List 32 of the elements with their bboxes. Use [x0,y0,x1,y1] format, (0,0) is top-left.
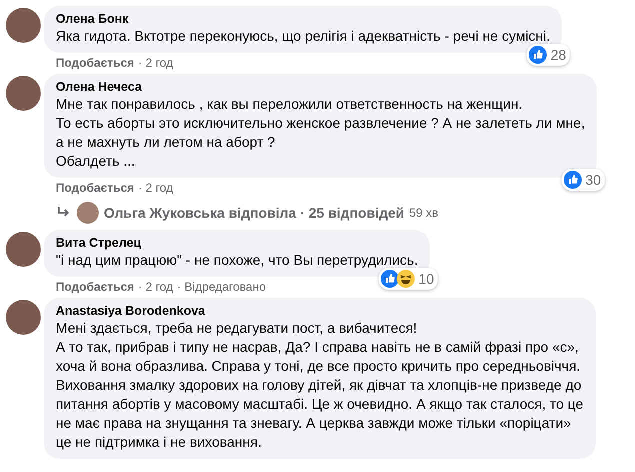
reaction-badge[interactable]: 28 [526,44,570,66]
reaction-count: 30 [586,171,602,189]
author-name[interactable]: Олена Нечеса [56,80,586,95]
avatar-photo[interactable] [6,232,41,267]
avatar-photo[interactable] [6,300,41,335]
author-name[interactable]: Anastasiya Borodenkova [56,304,584,319]
edited-label: · Відредаговано [177,280,266,295]
avatar-photo [77,202,99,224]
reaction-badge[interactable]: 10 [378,268,438,290]
thumbs-up-icon [528,46,547,64]
comment-text: "і над цим працюю" - не похоже, что Вы перетрудились. [56,251,418,270]
author-name[interactable]: Олена Бонк [56,12,550,27]
avatar-photo[interactable] [6,8,41,43]
replies-link[interactable]: Ольга Жуковська відповіла · 25 відповідей [104,205,404,221]
author-name[interactable]: Вита Стрелец [56,236,418,251]
reaction-count: 28 [550,46,566,64]
comment-time[interactable]: · 2 год [138,181,174,196]
reaction-badge[interactable]: 30 [562,169,606,191]
reply-time: 59 хв [410,206,439,220]
thumbs-up-icon [564,171,582,189]
comment-text: Яка гидота. Вктотре переконуюсь, що релігія і адекватність - речі не сумісні. [56,27,550,46]
like-link[interactable]: Подобається [56,56,134,71]
comment-text: Мне так понравилось , как вы переложили ответственность на женщин. То есть аборты это исключительно женское развлечение ? А не залететь ли мне, а не махнуть ли летом на аборт ? Обалдеть ... [56,95,586,171]
avatar-photo[interactable] [6,76,41,111]
reaction-count: 10 [418,270,434,288]
thumbs-up-icon [380,270,399,288]
comment-time[interactable]: · 2 год [138,56,174,71]
comment-text: Мені здається, треба не редагувати пост, а вибачитеся! А то так, прибрав і типу не насрав, Да? І справа навіть не в самій фразі про «с», хоча й вона образлива. Справа у тоні, де все просто кричить про середньовіччя. Виховання змалку здорових на голову дітей, як дівчат та хлопців-не призведе до питання абортів у масовому масштабі. Це ж очевидно. А якщо так сталося, то це не має права на знущання та зневагу. А церква завжди може тільки «поріцати» це не підтримка і не виховання. [56,319,584,452]
like-link[interactable]: Подобається [56,280,134,295]
like-link[interactable]: Подобається [56,181,134,196]
comment-time[interactable]: · 2 год [138,280,174,295]
laughing-face-icon [396,270,415,288]
